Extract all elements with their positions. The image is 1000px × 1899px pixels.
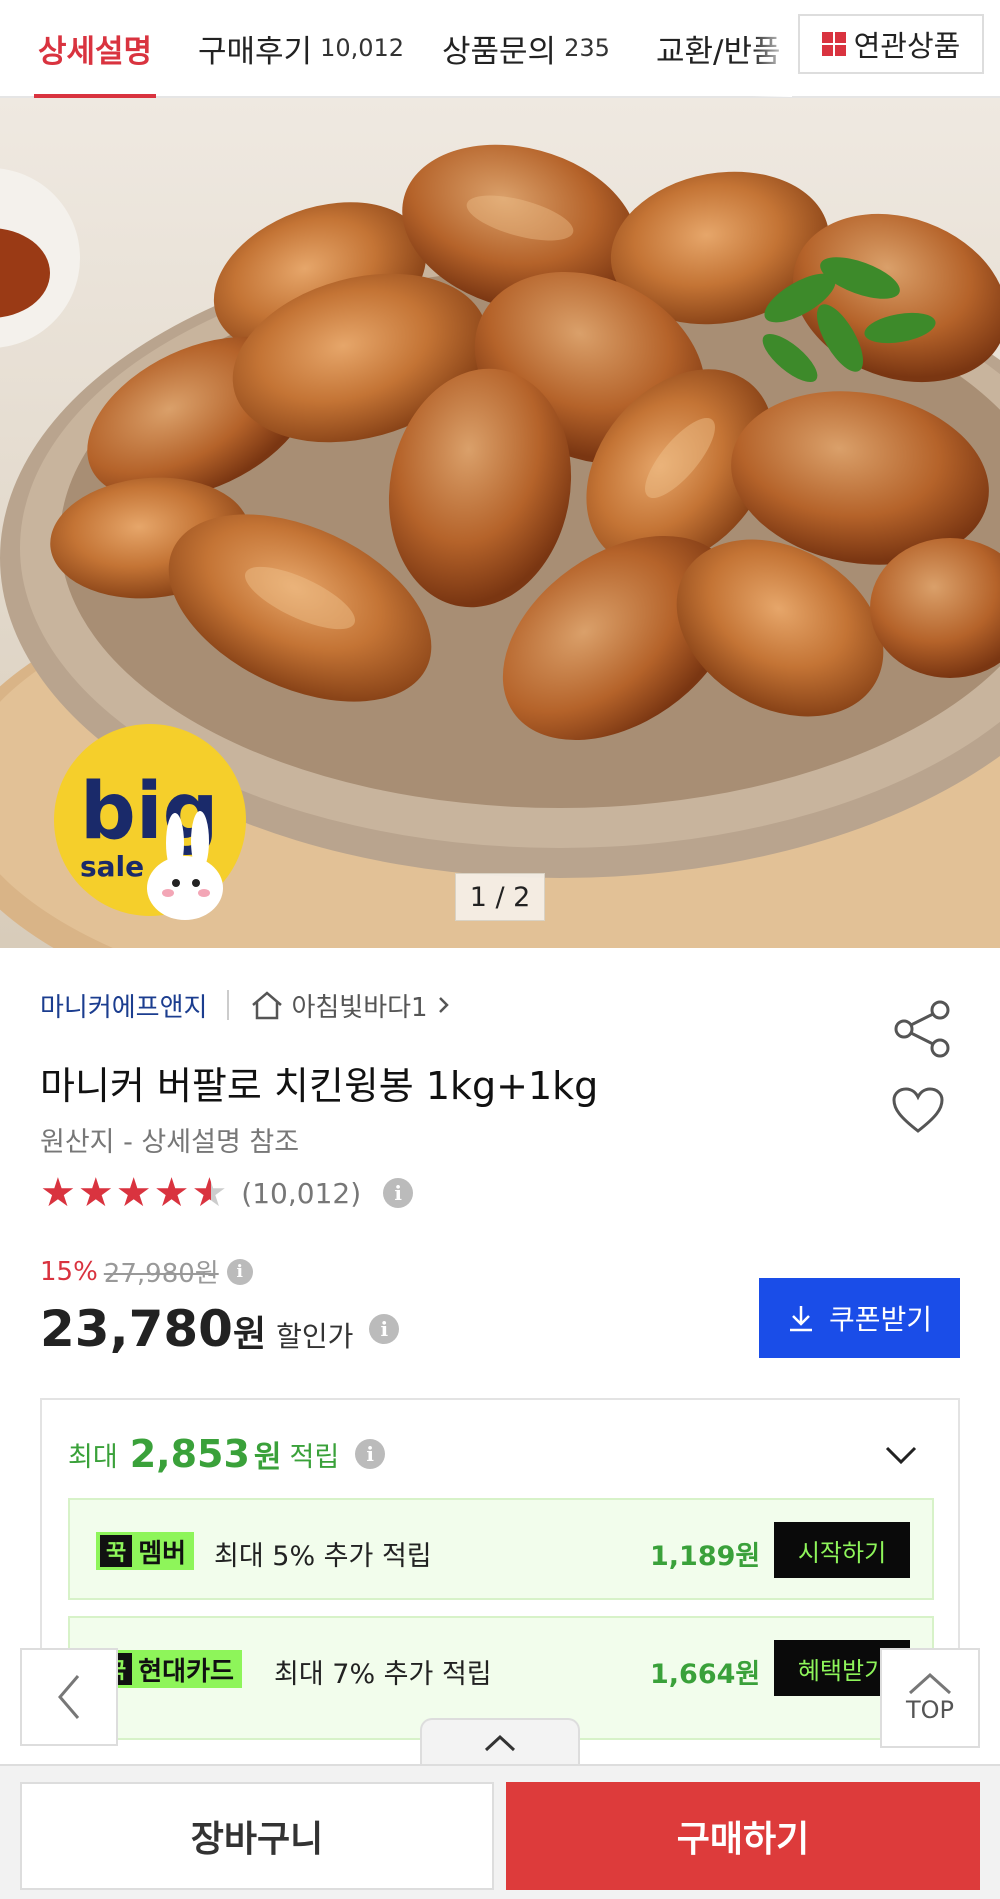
currency-unit: 원 [232, 1314, 267, 1355]
rating[interactable]: ★ ★ ★ ★ ★ (10,012) i [40, 1173, 414, 1213]
chevron-down-icon[interactable] [884, 1444, 918, 1466]
image-pager: 1 / 2 [455, 873, 545, 921]
chevron-up-icon [484, 1734, 516, 1752]
heart-icon[interactable] [890, 1085, 946, 1137]
tab-detail[interactable]: 상세설명 [33, 0, 157, 99]
review-count-text: (10,012) [241, 1176, 362, 1210]
star-icon: ★ [40, 1170, 76, 1216]
share-icon[interactable] [890, 1000, 956, 1058]
tab-exchange-return[interactable]: 교환/반품 [656, 0, 792, 97]
back-button[interactable] [20, 1648, 118, 1746]
store-link[interactable]: 아침빛바다1 [249, 987, 459, 1024]
seller-row: 마니커에프앤지 아침빛바다1 [40, 985, 460, 1025]
chevron-right-icon [438, 997, 449, 1013]
grid-icon [821, 32, 846, 56]
half-star-icon: ★ [191, 1170, 228, 1216]
tab-qna[interactable]: 상품문의 235 [442, 0, 610, 97]
benefit-amount: 1,664원 [650, 1659, 761, 1690]
tab-bar: 상세설명 구매후기 10,012 상품문의 235 교환/반품 연관상품 [0, 0, 1000, 99]
product-title: 마니커 버팔로 치킨윙봉 1kg+1kg [40, 1064, 599, 1108]
points-amount: 2,853 [129, 1432, 250, 1476]
add-to-cart-button[interactable]: 장바구니 [20, 1782, 494, 1890]
chicken-wings-photo: big sale [0, 98, 1000, 948]
product-image[interactable]: big sale 1 / 2 [0, 98, 1000, 948]
home-icon [252, 991, 283, 1020]
bottom-action-bar: 장바구니 구매하기 [0, 1764, 1000, 1899]
sale-price-row: 23,780 원 할인가 i [40, 1300, 400, 1358]
star-icon: ★ [77, 1170, 114, 1216]
download-icon [789, 1306, 812, 1332]
start-membership-button[interactable]: 시작하기 [774, 1522, 910, 1578]
tab-reviews[interactable]: 구매후기 10,012 [198, 0, 404, 97]
original-price: 27,980원 [103, 1259, 219, 1289]
get-coupon-button[interactable]: 쿠폰받기 [759, 1278, 960, 1358]
related-products-button[interactable]: 연관상품 [798, 14, 984, 74]
sale-price-label: 할인가 [276, 1320, 354, 1353]
discount-rate: 15% [40, 1256, 98, 1287]
qna-count: 235 [564, 34, 610, 62]
expand-options-handle[interactable] [420, 1718, 580, 1766]
price-original-row: 15% 27,980원 i [40, 1253, 253, 1290]
chevron-up-icon [908, 1672, 952, 1695]
sale-price: 23,780 [40, 1300, 233, 1358]
product-origin: 원산지 - 상세설명 참조 [40, 1127, 300, 1158]
seller-link[interactable]: 마니커에프앤지 [40, 987, 207, 1024]
info-icon[interactable]: i [226, 1258, 253, 1285]
buy-now-button[interactable]: 구매하기 [506, 1782, 980, 1890]
star-icon: ★ [115, 1170, 152, 1216]
rating-stars: ★ ★ ★ ★ ★ [40, 1173, 229, 1213]
info-icon[interactable]: i [369, 1314, 400, 1344]
divider [227, 990, 230, 1020]
member-benefit-row: 꾹 멤버 최대 5% 추가 적립 1,189원 시작하기 [68, 1498, 934, 1600]
benefit-amount: 1,189원 [650, 1541, 761, 1572]
star-icon: ★ [153, 1170, 190, 1216]
points-summary: 최대 2,853 원 적립 i [68, 1432, 386, 1476]
info-icon[interactable]: i [355, 1439, 386, 1469]
svg-text:sale: sale [80, 850, 144, 883]
scroll-top-button[interactable]: TOP [880, 1648, 980, 1748]
review-count: 10,012 [320, 34, 405, 62]
chevron-left-icon [58, 1675, 80, 1719]
member-badge: 꾹 멤버 [96, 1532, 195, 1570]
points-panel: 최대 2,853 원 적립 i 꾹 멤버 최대 5% 추가 적립 1,189원 시… [40, 1398, 960, 1740]
info-icon[interactable]: i [383, 1178, 414, 1208]
